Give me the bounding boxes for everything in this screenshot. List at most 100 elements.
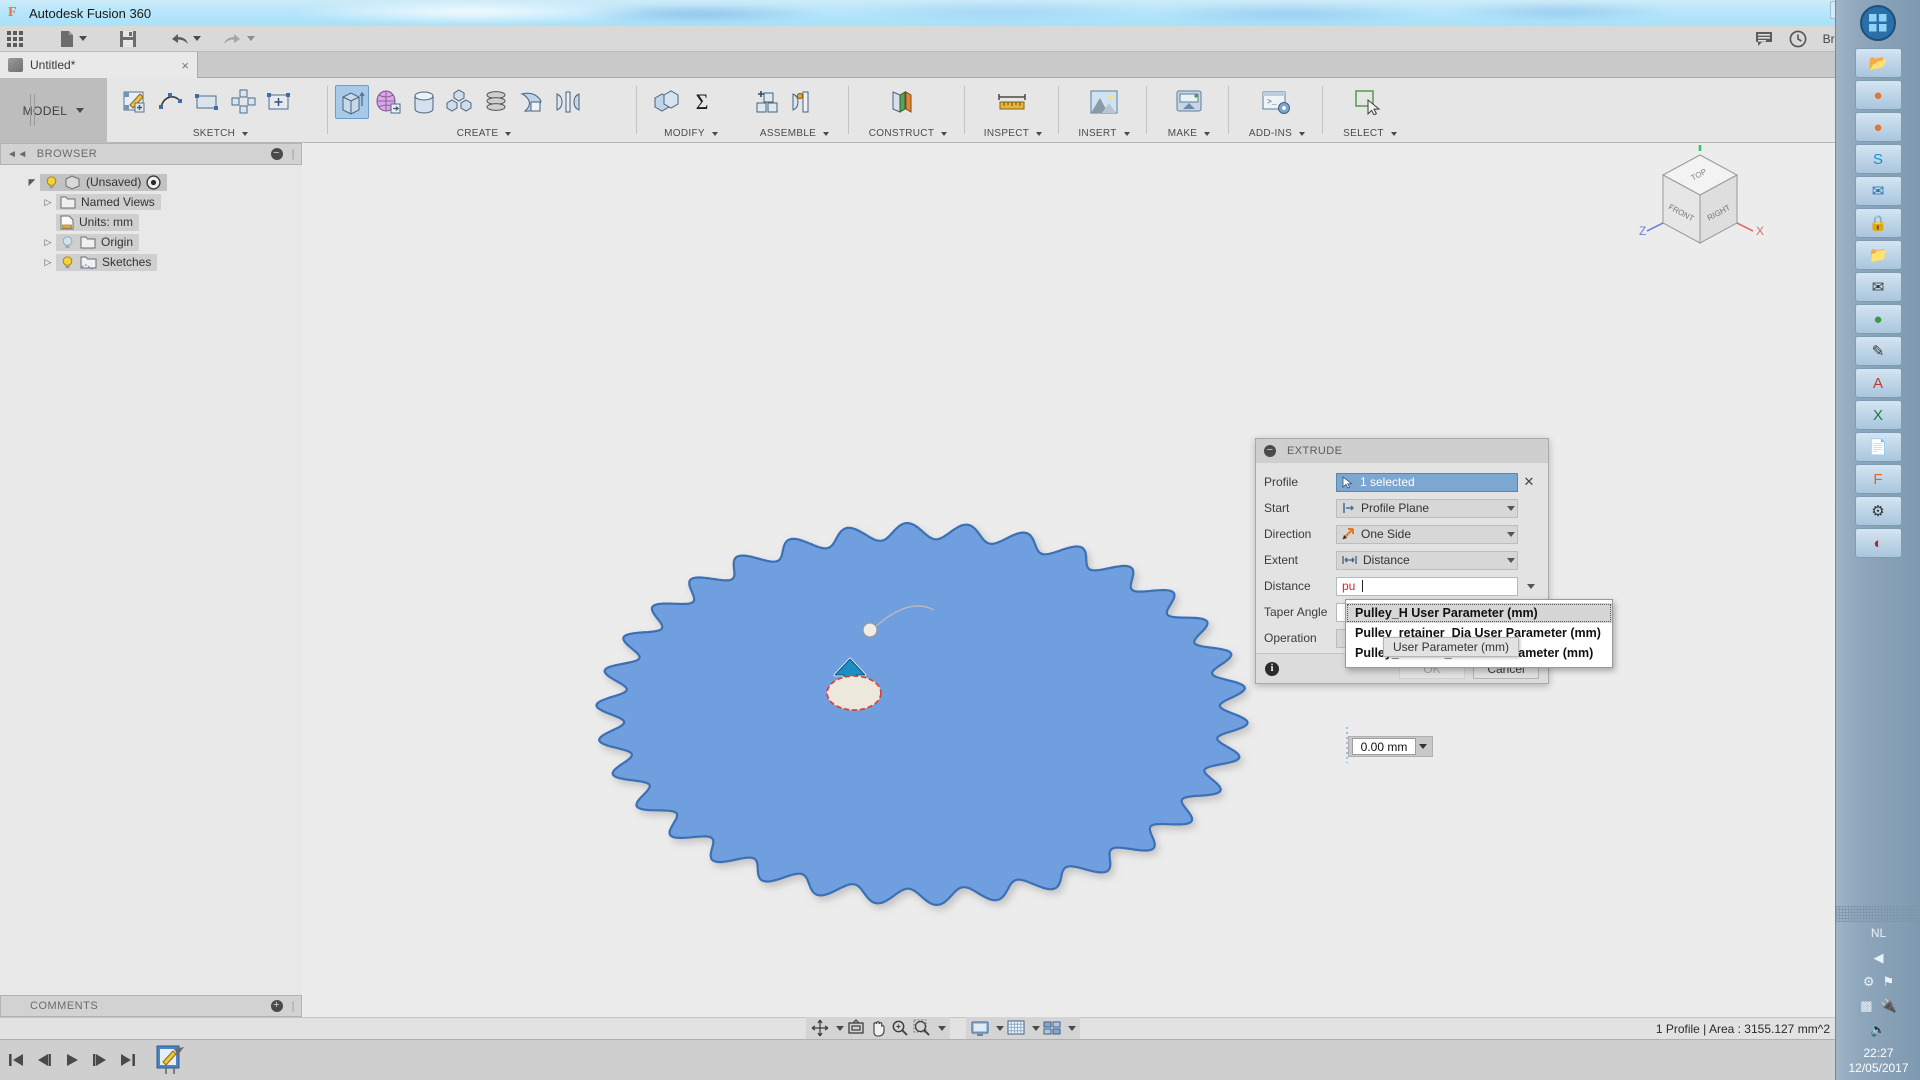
- press-pull-icon[interactable]: [649, 85, 683, 119]
- undo-button[interactable]: [162, 26, 208, 52]
- clock-date[interactable]: 12/05/2017: [1836, 1061, 1920, 1076]
- explorer-icon[interactable]: 📂: [1855, 48, 1902, 78]
- info-icon[interactable]: i: [1265, 662, 1279, 676]
- ribbon-group-label-inspect[interactable]: INSPECT: [969, 128, 1057, 139]
- pdf-icon[interactable]: A: [1855, 368, 1902, 398]
- jump-start-icon[interactable]: [8, 1052, 24, 1068]
- joint-icon[interactable]: [786, 85, 820, 119]
- show-hidden-icon[interactable]: ◀: [1836, 946, 1920, 970]
- collapse-icon[interactable]: ◄◄: [7, 149, 28, 160]
- autocomplete-popup[interactable]: Pulley_H User Parameter (mm) Pulley_reta…: [1345, 599, 1613, 668]
- chevron-down-icon[interactable]: [1507, 506, 1515, 511]
- chevron-down-icon[interactable]: [1527, 584, 1535, 589]
- tree-node-unsaved[interactable]: ◤ (Unsaved): [0, 172, 302, 192]
- start-dropdown[interactable]: Profile Plane: [1336, 499, 1518, 518]
- step-forward-icon[interactable]: [92, 1052, 108, 1068]
- panel-grip[interactable]: |: [292, 148, 295, 160]
- viewports-icon[interactable]: [1042, 1018, 1062, 1038]
- tree-node-named-views[interactable]: ▷ Named Views: [0, 192, 302, 212]
- excel-icon[interactable]: X: [1855, 400, 1902, 430]
- rectangle-icon[interactable]: [190, 85, 224, 119]
- f-icon[interactable]: F: [1855, 464, 1902, 494]
- tree-node-content[interactable]: Sketches: [56, 254, 157, 271]
- new-component-icon[interactable]: [750, 85, 784, 119]
- chrome-icon[interactable]: ●: [1855, 304, 1902, 334]
- pan-icon[interactable]: [868, 1018, 888, 1038]
- ribbon-group-label-sketch[interactable]: SKETCH: [113, 128, 328, 139]
- spline-icon[interactable]: [154, 85, 188, 119]
- create-sketch-icon[interactable]: [118, 85, 152, 119]
- chevron-down-icon[interactable]: [938, 1026, 946, 1031]
- autocomplete-item[interactable]: Pulley_H User Parameter (mm): [1346, 603, 1612, 623]
- chevron-down-icon[interactable]: [1032, 1026, 1040, 1031]
- tree-node-content[interactable]: (Unsaved): [40, 174, 167, 191]
- redo-button[interactable]: [216, 26, 262, 52]
- display-settings-icon[interactable]: [970, 1018, 990, 1038]
- ribbon-group-label-modify[interactable]: MODIFY: [641, 128, 741, 139]
- thunderbird-icon[interactable]: ✉: [1855, 176, 1902, 206]
- firefox-icon[interactable]: ●: [1855, 80, 1902, 110]
- notes-icon[interactable]: ✎: [1855, 336, 1902, 366]
- document-tab[interactable]: Untitled* ×: [0, 52, 198, 78]
- ribbon-group-label-addins[interactable]: ADD-INS: [1233, 128, 1321, 139]
- chevron-down-icon[interactable]: [1068, 1026, 1076, 1031]
- revolve-icon[interactable]: [371, 85, 405, 119]
- tree-node-content[interactable]: Named Views: [56, 194, 161, 210]
- flag-icon[interactable]: ⚑: [1883, 974, 1895, 990]
- zoom-icon[interactable]: [890, 1018, 910, 1038]
- expand-arrow-icon[interactable]: ▷: [40, 237, 56, 248]
- power-icon[interactable]: 🔌: [1881, 998, 1897, 1014]
- grid-snap-icon[interactable]: [1006, 1018, 1026, 1038]
- chevron-down-icon[interactable]: [1507, 532, 1515, 537]
- mail-icon[interactable]: ✉: [1855, 272, 1902, 302]
- sweep-icon[interactable]: [515, 85, 549, 119]
- ribbon-group-label-select[interactable]: SELECT: [1327, 128, 1413, 139]
- close-icon[interactable]: ×: [181, 58, 189, 73]
- panel-grip[interactable]: |: [292, 1000, 295, 1012]
- expand-arrow-icon[interactable]: ◤: [24, 177, 40, 188]
- folder-icon[interactable]: 📁: [1855, 240, 1902, 270]
- sketch-pattern-icon[interactable]: [226, 85, 260, 119]
- action-center-icon[interactable]: ⚙: [1863, 974, 1875, 990]
- jump-end-icon[interactable]: [120, 1052, 136, 1068]
- clock-time[interactable]: 22:27: [1836, 1042, 1920, 1061]
- recent-button[interactable]: [1789, 30, 1807, 48]
- distance-input[interactable]: pu: [1336, 577, 1518, 596]
- language-indicator[interactable]: NL: [1836, 922, 1920, 946]
- scripts-addins-icon[interactable]: >_: [1259, 85, 1293, 119]
- sketch-feature-icon[interactable]: [154, 1043, 188, 1077]
- tree-node-units[interactable]: Units: mm: [0, 212, 302, 232]
- job-status-button[interactable]: [1755, 31, 1773, 47]
- cylinder-icon[interactable]: [407, 85, 441, 119]
- select-cursor-icon[interactable]: [1351, 85, 1385, 119]
- tree-node-content[interactable]: Units: mm: [56, 214, 139, 231]
- volume-icon[interactable]: 🔈: [1870, 1022, 1886, 1038]
- chevron-down-icon[interactable]: [1507, 558, 1515, 563]
- direction-dropdown[interactable]: One Side: [1336, 525, 1518, 544]
- clear-selection-icon[interactable]: ✕: [1518, 474, 1540, 490]
- measure-icon[interactable]: [995, 85, 1029, 119]
- network-icon[interactable]: ▩: [1860, 998, 1872, 1014]
- chevron-down-icon[interactable]: [836, 1026, 844, 1031]
- orbit-icon[interactable]: [810, 1018, 830, 1038]
- ribbon-group-label-assemble[interactable]: ASSEMBLE: [742, 128, 847, 139]
- tool-icon[interactable]: ◐: [1855, 528, 1902, 558]
- dialog-header[interactable]: − EXTRUDE: [1256, 439, 1548, 463]
- skype-icon[interactable]: S: [1855, 144, 1902, 174]
- step-back-icon[interactable]: [36, 1052, 52, 1068]
- insert-image-icon[interactable]: [1087, 85, 1121, 119]
- pattern-icon[interactable]: [443, 85, 477, 119]
- files-icon[interactable]: 📄: [1855, 432, 1902, 462]
- tree-node-content[interactable]: Origin: [56, 234, 139, 251]
- gear-icon[interactable]: ⚙: [1855, 496, 1902, 526]
- save-button[interactable]: [112, 26, 144, 52]
- lock-icon[interactable]: 🔒: [1855, 208, 1902, 238]
- extent-dropdown[interactable]: Distance: [1336, 551, 1518, 570]
- ribbon-group-label-create[interactable]: CREATE: [332, 128, 636, 139]
- expand-arrow-icon[interactable]: ▷: [40, 197, 56, 208]
- ribbon-group-label-make[interactable]: MAKE: [1151, 128, 1227, 139]
- file-menu-button[interactable]: [52, 26, 94, 52]
- show-data-panel-button[interactable]: [0, 26, 30, 52]
- ribbon-group-label-construct[interactable]: CONSTRUCT: [853, 128, 963, 139]
- chevron-down-icon[interactable]: [996, 1026, 1004, 1031]
